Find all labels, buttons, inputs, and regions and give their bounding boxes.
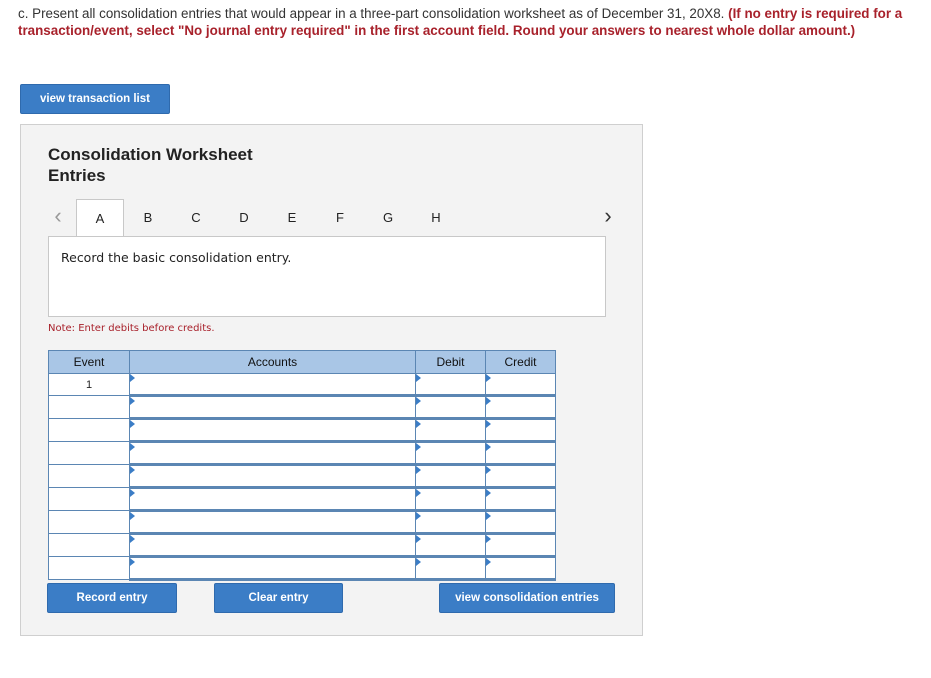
debit-input[interactable]: [415, 556, 486, 581]
debit-input[interactable]: [415, 441, 486, 466]
consolidation-panel: Consolidation Worksheet Entries ‹ ABCDEF…: [20, 124, 643, 636]
debit-input[interactable]: [415, 510, 486, 535]
table-row: 1: [48, 373, 556, 397]
table-row: [48, 395, 556, 420]
account-input[interactable]: [129, 533, 416, 558]
account-input[interactable]: [129, 487, 416, 512]
panel-title: Consolidation Worksheet Entries: [48, 145, 253, 185]
journal-entry-table: Event Accounts Debit Credit 1: [48, 350, 556, 581]
instructions-text: c. Present all consolidation entries tha…: [18, 6, 729, 21]
view-transaction-list-button[interactable]: view transaction list: [20, 84, 170, 114]
event-cell: [48, 533, 130, 557]
credit-input[interactable]: [485, 533, 556, 558]
tab-f[interactable]: F: [316, 199, 364, 235]
event-cell: [48, 510, 130, 534]
event-cell: [48, 418, 130, 442]
instructions: c. Present all consolidation entries tha…: [18, 5, 908, 39]
account-input[interactable]: [129, 556, 416, 581]
chevron-right-icon[interactable]: ›: [598, 203, 618, 229]
credit-input[interactable]: [485, 487, 556, 512]
event-cell: [48, 441, 130, 465]
debit-input[interactable]: [415, 533, 486, 558]
table-row: [48, 464, 556, 489]
table-row: [48, 510, 556, 535]
event-cell: [48, 395, 130, 419]
debit-input[interactable]: [415, 464, 486, 489]
account-input[interactable]: [129, 395, 416, 420]
record-entry-button[interactable]: Record entry: [47, 583, 177, 613]
credit-input[interactable]: [485, 464, 556, 489]
credit-input[interactable]: [485, 441, 556, 466]
note-text: Note: Enter debits before credits.: [48, 323, 215, 334]
tab-bar: ‹ ABCDEFGH ›: [48, 199, 618, 237]
debit-input[interactable]: [415, 418, 486, 443]
tab-g[interactable]: G: [364, 199, 412, 235]
debit-input[interactable]: [415, 395, 486, 420]
column-header-accounts: Accounts: [129, 350, 416, 374]
account-input[interactable]: [129, 464, 416, 489]
tab-h[interactable]: H: [412, 199, 460, 235]
column-header-debit: Debit: [415, 350, 486, 374]
table-row: [48, 441, 556, 466]
account-input[interactable]: [129, 510, 416, 535]
credit-input[interactable]: [485, 510, 556, 535]
view-consolidation-entries-button[interactable]: view consolidation entries: [439, 583, 615, 613]
table-row: [48, 487, 556, 512]
tab-b[interactable]: B: [124, 199, 172, 235]
clear-entry-button[interactable]: Clear entry: [214, 583, 343, 613]
event-cell: [48, 487, 130, 511]
table-row: [48, 556, 556, 581]
credit-input[interactable]: [485, 373, 556, 397]
event-cell: 1: [48, 373, 130, 396]
account-input[interactable]: [129, 441, 416, 466]
tab-d[interactable]: D: [220, 199, 268, 235]
tab-e[interactable]: E: [268, 199, 316, 235]
event-cell: [48, 556, 130, 580]
tab-c[interactable]: C: [172, 199, 220, 235]
credit-input[interactable]: [485, 556, 556, 581]
event-cell: [48, 464, 130, 488]
column-header-credit: Credit: [485, 350, 556, 374]
tab-a[interactable]: A: [76, 199, 124, 237]
table-row: [48, 418, 556, 443]
chevron-left-icon[interactable]: ‹: [48, 203, 68, 229]
credit-input[interactable]: [485, 395, 556, 420]
debit-input[interactable]: [415, 373, 486, 397]
credit-input[interactable]: [485, 418, 556, 443]
account-input[interactable]: [129, 373, 416, 397]
table-row: [48, 533, 556, 558]
column-header-event: Event: [48, 350, 130, 374]
debit-input[interactable]: [415, 487, 486, 512]
prompt-box: Record the basic consolidation entry.: [48, 236, 606, 317]
prompt-text: Record the basic consolidation entry.: [61, 250, 292, 265]
account-input[interactable]: [129, 418, 416, 443]
